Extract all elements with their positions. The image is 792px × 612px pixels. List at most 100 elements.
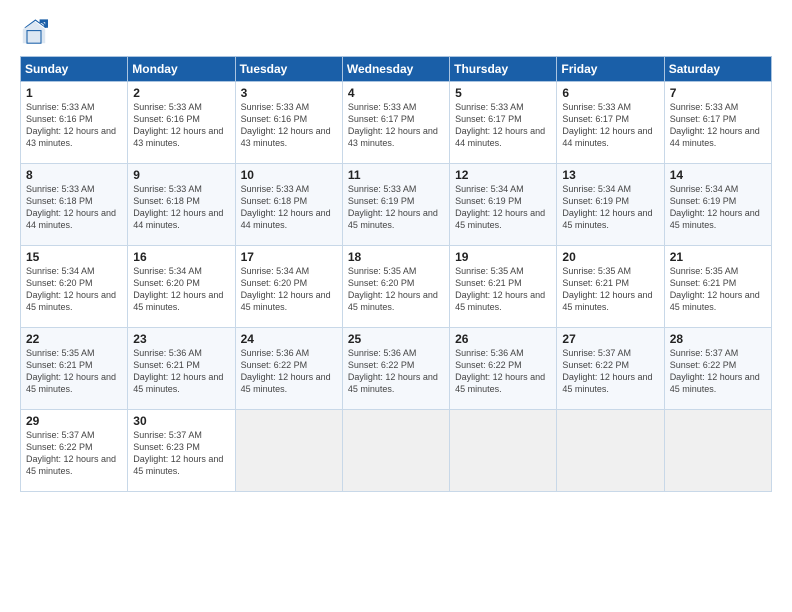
day-number: 4 <box>348 86 445 100</box>
calendar-table: SundayMondayTuesdayWednesdayThursdayFrid… <box>20 56 772 492</box>
calendar-cell: 7 Sunrise: 5:33 AMSunset: 6:17 PMDayligh… <box>664 82 771 164</box>
day-number: 10 <box>241 168 338 182</box>
day-number: 22 <box>26 332 123 346</box>
calendar-cell <box>342 410 449 492</box>
calendar-cell: 25 Sunrise: 5:36 AMSunset: 6:22 PMDaylig… <box>342 328 449 410</box>
day-number: 25 <box>348 332 445 346</box>
day-number: 2 <box>133 86 230 100</box>
day-info: Sunrise: 5:34 AMSunset: 6:19 PMDaylight:… <box>562 184 652 230</box>
day-number: 6 <box>562 86 659 100</box>
day-number: 9 <box>133 168 230 182</box>
day-info: Sunrise: 5:35 AMSunset: 6:21 PMDaylight:… <box>670 266 760 312</box>
day-number: 26 <box>455 332 552 346</box>
calendar-cell: 10 Sunrise: 5:33 AMSunset: 6:18 PMDaylig… <box>235 164 342 246</box>
day-info: Sunrise: 5:33 AMSunset: 6:16 PMDaylight:… <box>241 102 331 148</box>
calendar-cell <box>557 410 664 492</box>
week-row-3: 15 Sunrise: 5:34 AMSunset: 6:20 PMDaylig… <box>21 246 772 328</box>
day-number: 5 <box>455 86 552 100</box>
day-info: Sunrise: 5:36 AMSunset: 6:22 PMDaylight:… <box>348 348 438 394</box>
weekday-header-tuesday: Tuesday <box>235 57 342 82</box>
day-number: 7 <box>670 86 767 100</box>
calendar-cell <box>235 410 342 492</box>
day-number: 13 <box>562 168 659 182</box>
calendar-cell: 26 Sunrise: 5:36 AMSunset: 6:22 PMDaylig… <box>450 328 557 410</box>
day-number: 15 <box>26 250 123 264</box>
calendar-cell: 6 Sunrise: 5:33 AMSunset: 6:17 PMDayligh… <box>557 82 664 164</box>
day-info: Sunrise: 5:33 AMSunset: 6:17 PMDaylight:… <box>562 102 652 148</box>
calendar-cell: 11 Sunrise: 5:33 AMSunset: 6:19 PMDaylig… <box>342 164 449 246</box>
day-number: 18 <box>348 250 445 264</box>
logo <box>20 18 52 46</box>
calendar-cell <box>450 410 557 492</box>
calendar-cell: 29 Sunrise: 5:37 AMSunset: 6:22 PMDaylig… <box>21 410 128 492</box>
day-number: 23 <box>133 332 230 346</box>
day-info: Sunrise: 5:35 AMSunset: 6:21 PMDaylight:… <box>455 266 545 312</box>
calendar-cell: 13 Sunrise: 5:34 AMSunset: 6:19 PMDaylig… <box>557 164 664 246</box>
day-info: Sunrise: 5:33 AMSunset: 6:19 PMDaylight:… <box>348 184 438 230</box>
day-info: Sunrise: 5:35 AMSunset: 6:21 PMDaylight:… <box>26 348 116 394</box>
day-number: 30 <box>133 414 230 428</box>
day-info: Sunrise: 5:35 AMSunset: 6:20 PMDaylight:… <box>348 266 438 312</box>
weekday-header-friday: Friday <box>557 57 664 82</box>
day-info: Sunrise: 5:33 AMSunset: 6:16 PMDaylight:… <box>133 102 223 148</box>
calendar-cell: 20 Sunrise: 5:35 AMSunset: 6:21 PMDaylig… <box>557 246 664 328</box>
header <box>20 18 772 46</box>
day-info: Sunrise: 5:35 AMSunset: 6:21 PMDaylight:… <box>562 266 652 312</box>
day-number: 17 <box>241 250 338 264</box>
week-row-2: 8 Sunrise: 5:33 AMSunset: 6:18 PMDayligh… <box>21 164 772 246</box>
calendar-cell: 1 Sunrise: 5:33 AMSunset: 6:16 PMDayligh… <box>21 82 128 164</box>
day-info: Sunrise: 5:33 AMSunset: 6:17 PMDaylight:… <box>455 102 545 148</box>
day-number: 8 <box>26 168 123 182</box>
calendar-cell: 21 Sunrise: 5:35 AMSunset: 6:21 PMDaylig… <box>664 246 771 328</box>
weekday-header-monday: Monday <box>128 57 235 82</box>
day-number: 28 <box>670 332 767 346</box>
day-number: 3 <box>241 86 338 100</box>
calendar-cell: 18 Sunrise: 5:35 AMSunset: 6:20 PMDaylig… <box>342 246 449 328</box>
day-number: 24 <box>241 332 338 346</box>
calendar-cell: 5 Sunrise: 5:33 AMSunset: 6:17 PMDayligh… <box>450 82 557 164</box>
calendar-cell: 30 Sunrise: 5:37 AMSunset: 6:23 PMDaylig… <box>128 410 235 492</box>
day-info: Sunrise: 5:33 AMSunset: 6:17 PMDaylight:… <box>348 102 438 148</box>
day-number: 14 <box>670 168 767 182</box>
weekday-header-sunday: Sunday <box>21 57 128 82</box>
day-number: 11 <box>348 168 445 182</box>
day-info: Sunrise: 5:33 AMSunset: 6:18 PMDaylight:… <box>133 184 223 230</box>
day-info: Sunrise: 5:34 AMSunset: 6:20 PMDaylight:… <box>241 266 331 312</box>
weekday-header-saturday: Saturday <box>664 57 771 82</box>
calendar-cell: 23 Sunrise: 5:36 AMSunset: 6:21 PMDaylig… <box>128 328 235 410</box>
calendar-cell: 15 Sunrise: 5:34 AMSunset: 6:20 PMDaylig… <box>21 246 128 328</box>
calendar-cell: 24 Sunrise: 5:36 AMSunset: 6:22 PMDaylig… <box>235 328 342 410</box>
day-info: Sunrise: 5:34 AMSunset: 6:19 PMDaylight:… <box>670 184 760 230</box>
calendar-cell: 22 Sunrise: 5:35 AMSunset: 6:21 PMDaylig… <box>21 328 128 410</box>
day-number: 12 <box>455 168 552 182</box>
day-info: Sunrise: 5:34 AMSunset: 6:20 PMDaylight:… <box>26 266 116 312</box>
weekday-header-thursday: Thursday <box>450 57 557 82</box>
day-info: Sunrise: 5:37 AMSunset: 6:22 PMDaylight:… <box>670 348 760 394</box>
day-number: 27 <box>562 332 659 346</box>
day-number: 29 <box>26 414 123 428</box>
day-info: Sunrise: 5:33 AMSunset: 6:17 PMDaylight:… <box>670 102 760 148</box>
week-row-4: 22 Sunrise: 5:35 AMSunset: 6:21 PMDaylig… <box>21 328 772 410</box>
day-number: 19 <box>455 250 552 264</box>
day-info: Sunrise: 5:34 AMSunset: 6:19 PMDaylight:… <box>455 184 545 230</box>
day-info: Sunrise: 5:37 AMSunset: 6:22 PMDaylight:… <box>26 430 116 476</box>
weekday-header-wednesday: Wednesday <box>342 57 449 82</box>
calendar-page: SundayMondayTuesdayWednesdayThursdayFrid… <box>0 0 792 612</box>
calendar-cell: 3 Sunrise: 5:33 AMSunset: 6:16 PMDayligh… <box>235 82 342 164</box>
calendar-cell: 9 Sunrise: 5:33 AMSunset: 6:18 PMDayligh… <box>128 164 235 246</box>
calendar-cell: 16 Sunrise: 5:34 AMSunset: 6:20 PMDaylig… <box>128 246 235 328</box>
day-info: Sunrise: 5:37 AMSunset: 6:23 PMDaylight:… <box>133 430 223 476</box>
calendar-cell: 4 Sunrise: 5:33 AMSunset: 6:17 PMDayligh… <box>342 82 449 164</box>
calendar-cell <box>664 410 771 492</box>
calendar-cell: 2 Sunrise: 5:33 AMSunset: 6:16 PMDayligh… <box>128 82 235 164</box>
calendar-cell: 17 Sunrise: 5:34 AMSunset: 6:20 PMDaylig… <box>235 246 342 328</box>
day-number: 20 <box>562 250 659 264</box>
day-info: Sunrise: 5:36 AMSunset: 6:21 PMDaylight:… <box>133 348 223 394</box>
weekday-header-row: SundayMondayTuesdayWednesdayThursdayFrid… <box>21 57 772 82</box>
day-info: Sunrise: 5:36 AMSunset: 6:22 PMDaylight:… <box>455 348 545 394</box>
calendar-cell: 14 Sunrise: 5:34 AMSunset: 6:19 PMDaylig… <box>664 164 771 246</box>
calendar-cell: 27 Sunrise: 5:37 AMSunset: 6:22 PMDaylig… <box>557 328 664 410</box>
day-number: 21 <box>670 250 767 264</box>
day-info: Sunrise: 5:33 AMSunset: 6:18 PMDaylight:… <box>26 184 116 230</box>
day-info: Sunrise: 5:34 AMSunset: 6:20 PMDaylight:… <box>133 266 223 312</box>
